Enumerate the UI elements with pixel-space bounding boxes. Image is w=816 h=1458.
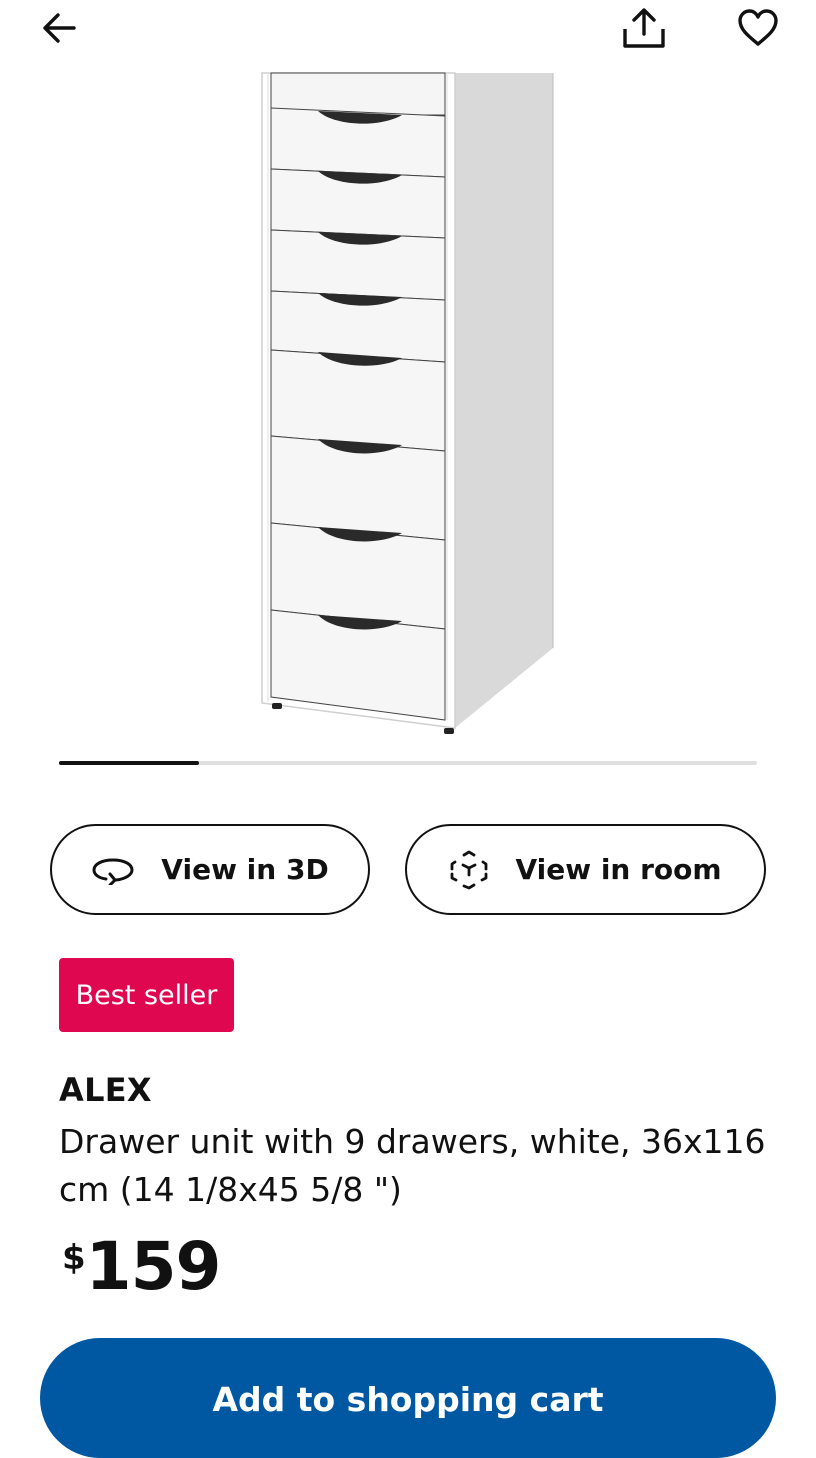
rotate-3d-icon <box>92 857 134 885</box>
view-in-3d-label: View in 3D <box>161 853 329 886</box>
product-price: $ 159 <box>62 1228 222 1306</box>
share-icon <box>623 8 665 48</box>
gallery-progress-indicator <box>59 761 199 765</box>
heart-icon <box>738 9 778 46</box>
ar-cube-icon <box>451 850 488 889</box>
badge-label: Best seller <box>75 979 218 1011</box>
add-to-cart-label: Add to shopping cart <box>212 1380 604 1419</box>
product-image[interactable] <box>0 60 816 750</box>
share-button[interactable] <box>620 6 668 50</box>
arrow-left-icon <box>43 13 76 43</box>
price-currency: $ <box>62 1238 86 1278</box>
gallery-progress <box>59 761 757 765</box>
favorite-button[interactable] <box>734 4 782 52</box>
view-in-3d-button[interactable]: View in 3D <box>50 824 370 915</box>
add-to-cart-button[interactable]: Add to shopping cart <box>40 1338 776 1458</box>
price-value: 159 <box>85 1228 222 1305</box>
view-in-room-label: View in room <box>515 853 722 886</box>
best-seller-badge: Best seller <box>59 958 234 1032</box>
product-name: ALEX <box>59 1071 152 1109</box>
top-bar <box>0 0 816 60</box>
back-button[interactable] <box>38 6 82 50</box>
product-description: Drawer unit with 9 drawers, white, 36x11… <box>59 1122 766 1209</box>
view-in-room-button[interactable]: View in room <box>405 824 766 915</box>
drawer-unit-image <box>261 72 554 734</box>
